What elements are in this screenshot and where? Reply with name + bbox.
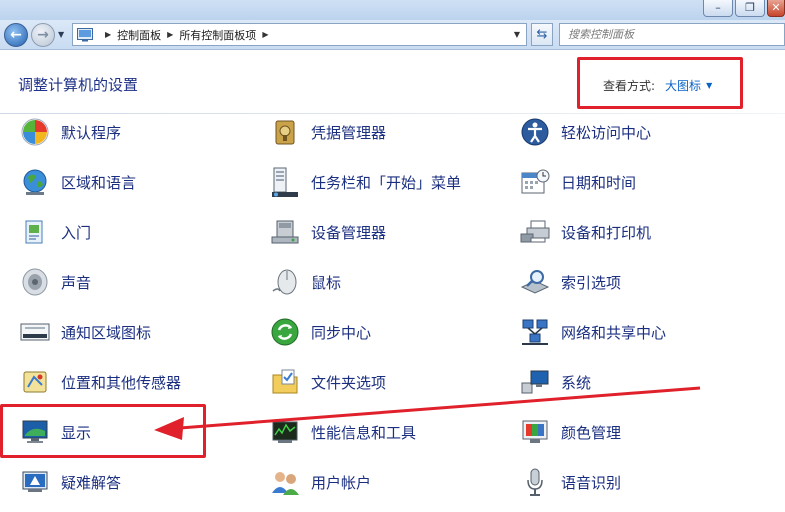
item-label: 设备和打印机 [561, 223, 652, 242]
taskbar-start-menu-icon [268, 165, 302, 199]
default-programs-icon [18, 115, 52, 149]
item-label: 日期和时间 [561, 173, 637, 192]
item-label: 语音识别 [561, 473, 622, 492]
close-button[interactable]: ✕ [767, 0, 785, 17]
item-label: 用户帐户 [311, 473, 372, 492]
item-getting-started[interactable]: 入门 [18, 214, 91, 250]
device-manager-icon [268, 215, 302, 249]
notification-area-icon [18, 315, 52, 349]
item-label: 凭据管理器 [311, 123, 387, 142]
item-performance-tools[interactable]: 性能信息和工具 [268, 414, 416, 450]
location-sensors-icon [18, 365, 52, 399]
item-speech-recognition[interactable]: 语音识别 [518, 464, 621, 500]
region-language-icon [18, 165, 52, 199]
control-panel-icon [77, 27, 93, 41]
breadcrumb-separator-icon[interactable]: ▶ [262, 30, 268, 39]
indexing-options-icon [518, 265, 552, 299]
item-sync-center[interactable]: 同步中心 [268, 314, 371, 350]
minimize-button[interactable]: – [703, 0, 733, 17]
recent-pages-dropdown[interactable]: ▼ [58, 30, 64, 39]
item-label: 性能信息和工具 [311, 423, 417, 442]
back-button[interactable]: ← [4, 23, 28, 47]
system-icon [518, 365, 552, 399]
item-sound[interactable]: 声音 [18, 264, 91, 300]
speech-recognition-icon [518, 465, 552, 499]
navigation-bar: ← → ▼ ▶ 控制面板 ▶ 所有控制面板项 ▶ ▼ ⇆ [0, 20, 785, 50]
user-accounts-icon [268, 465, 302, 499]
color-management-icon [518, 415, 552, 449]
item-label: 通知区域图标 [61, 323, 152, 342]
item-label: 声音 [61, 273, 92, 292]
sync-center-icon [268, 315, 302, 349]
item-label: 网络和共享中心 [561, 323, 667, 342]
ease-of-access-icon [518, 115, 552, 149]
item-folder-options[interactable]: 文件夹选项 [268, 364, 386, 400]
item-user-accounts[interactable]: 用户帐户 [268, 464, 371, 500]
breadcrumb-separator-icon: ▶ [105, 30, 112, 39]
back-arrow-icon: ← [10, 27, 22, 43]
item-label: 文件夹选项 [311, 373, 387, 392]
item-label: 位置和其他传感器 [61, 373, 182, 392]
item-devices-printers[interactable]: 设备和打印机 [518, 214, 651, 250]
window-controls: – ❐ ✕ [703, 0, 785, 17]
annotation-box-display [0, 404, 206, 458]
breadcrumb-separator-icon[interactable]: ▶ [167, 30, 173, 39]
item-region-language[interactable]: 区域和语言 [18, 164, 136, 200]
address-dropdown-icon[interactable]: ▼ [514, 30, 520, 39]
item-label: 默认程序 [61, 123, 122, 142]
item-taskbar-start-menu[interactable]: 任务栏和「开始」菜单 [268, 164, 461, 200]
item-ease-of-access[interactable]: 轻松访问中心 [518, 114, 651, 150]
page-title: 调整计算机的设置 [18, 76, 139, 94]
mouse-icon [268, 265, 302, 299]
forward-button[interactable]: → [31, 23, 55, 47]
item-label: 入门 [61, 223, 92, 242]
item-date-time[interactable]: 日期和时间 [518, 164, 636, 200]
item-label: 同步中心 [311, 323, 372, 342]
network-sharing-icon [518, 315, 552, 349]
item-label: 疑难解答 [61, 473, 122, 492]
item-location-sensors[interactable]: 位置和其他传感器 [18, 364, 181, 400]
forward-arrow-icon: → [37, 27, 49, 43]
item-label: 区域和语言 [61, 173, 137, 192]
item-label: 系统 [561, 373, 592, 392]
maximize-button[interactable]: ❐ [735, 0, 765, 17]
folder-options-icon [268, 365, 302, 399]
item-color-management[interactable]: 颜色管理 [518, 414, 621, 450]
item-mouse[interactable]: 鼠标 [268, 264, 341, 300]
item-label: 轻松访问中心 [561, 123, 652, 142]
getting-started-icon [18, 215, 52, 249]
refresh-button[interactable]: ⇆ [531, 23, 553, 46]
item-credential-manager[interactable]: 凭据管理器 [268, 114, 386, 150]
refresh-icon: ⇆ [536, 27, 548, 42]
item-troubleshooting[interactable]: 疑难解答 [18, 464, 121, 500]
sound-icon [18, 265, 52, 299]
annotation-box-view-by [577, 57, 743, 109]
credential-manager-icon [268, 115, 302, 149]
search-input[interactable] [568, 28, 758, 41]
item-label: 索引选项 [561, 273, 622, 292]
title-bar: – ❐ ✕ [0, 0, 785, 20]
item-label: 鼠标 [311, 273, 342, 292]
breadcrumb-all-items[interactable]: 所有控制面板项 [179, 27, 256, 43]
item-network-sharing[interactable]: 网络和共享中心 [518, 314, 666, 350]
devices-printers-icon [518, 215, 552, 249]
troubleshooting-icon [18, 465, 52, 499]
control-panel-window: – ❐ ✕ ← → ▼ ▶ 控制面板 ▶ 所有控制面板项 ▶ ▼ ⇆ 搜索控制面… [0, 0, 785, 512]
performance-tools-icon [268, 415, 302, 449]
address-bar[interactable]: ▶ 控制面板 ▶ 所有控制面板项 ▶ ▼ [72, 23, 527, 46]
breadcrumb-control-panel[interactable]: 控制面板 [117, 27, 161, 43]
item-indexing-options[interactable]: 索引选项 [518, 264, 621, 300]
item-notification-area[interactable]: 通知区域图标 [18, 314, 151, 350]
item-label: 颜色管理 [561, 423, 622, 442]
item-device-manager[interactable]: 设备管理器 [268, 214, 386, 250]
search-box[interactable] [559, 23, 785, 46]
item-default-programs[interactable]: 默认程序 [18, 114, 121, 150]
date-time-icon [518, 165, 552, 199]
item-system[interactable]: 系统 [518, 364, 591, 400]
item-label: 设备管理器 [311, 223, 387, 242]
item-label: 任务栏和「开始」菜单 [311, 173, 462, 192]
